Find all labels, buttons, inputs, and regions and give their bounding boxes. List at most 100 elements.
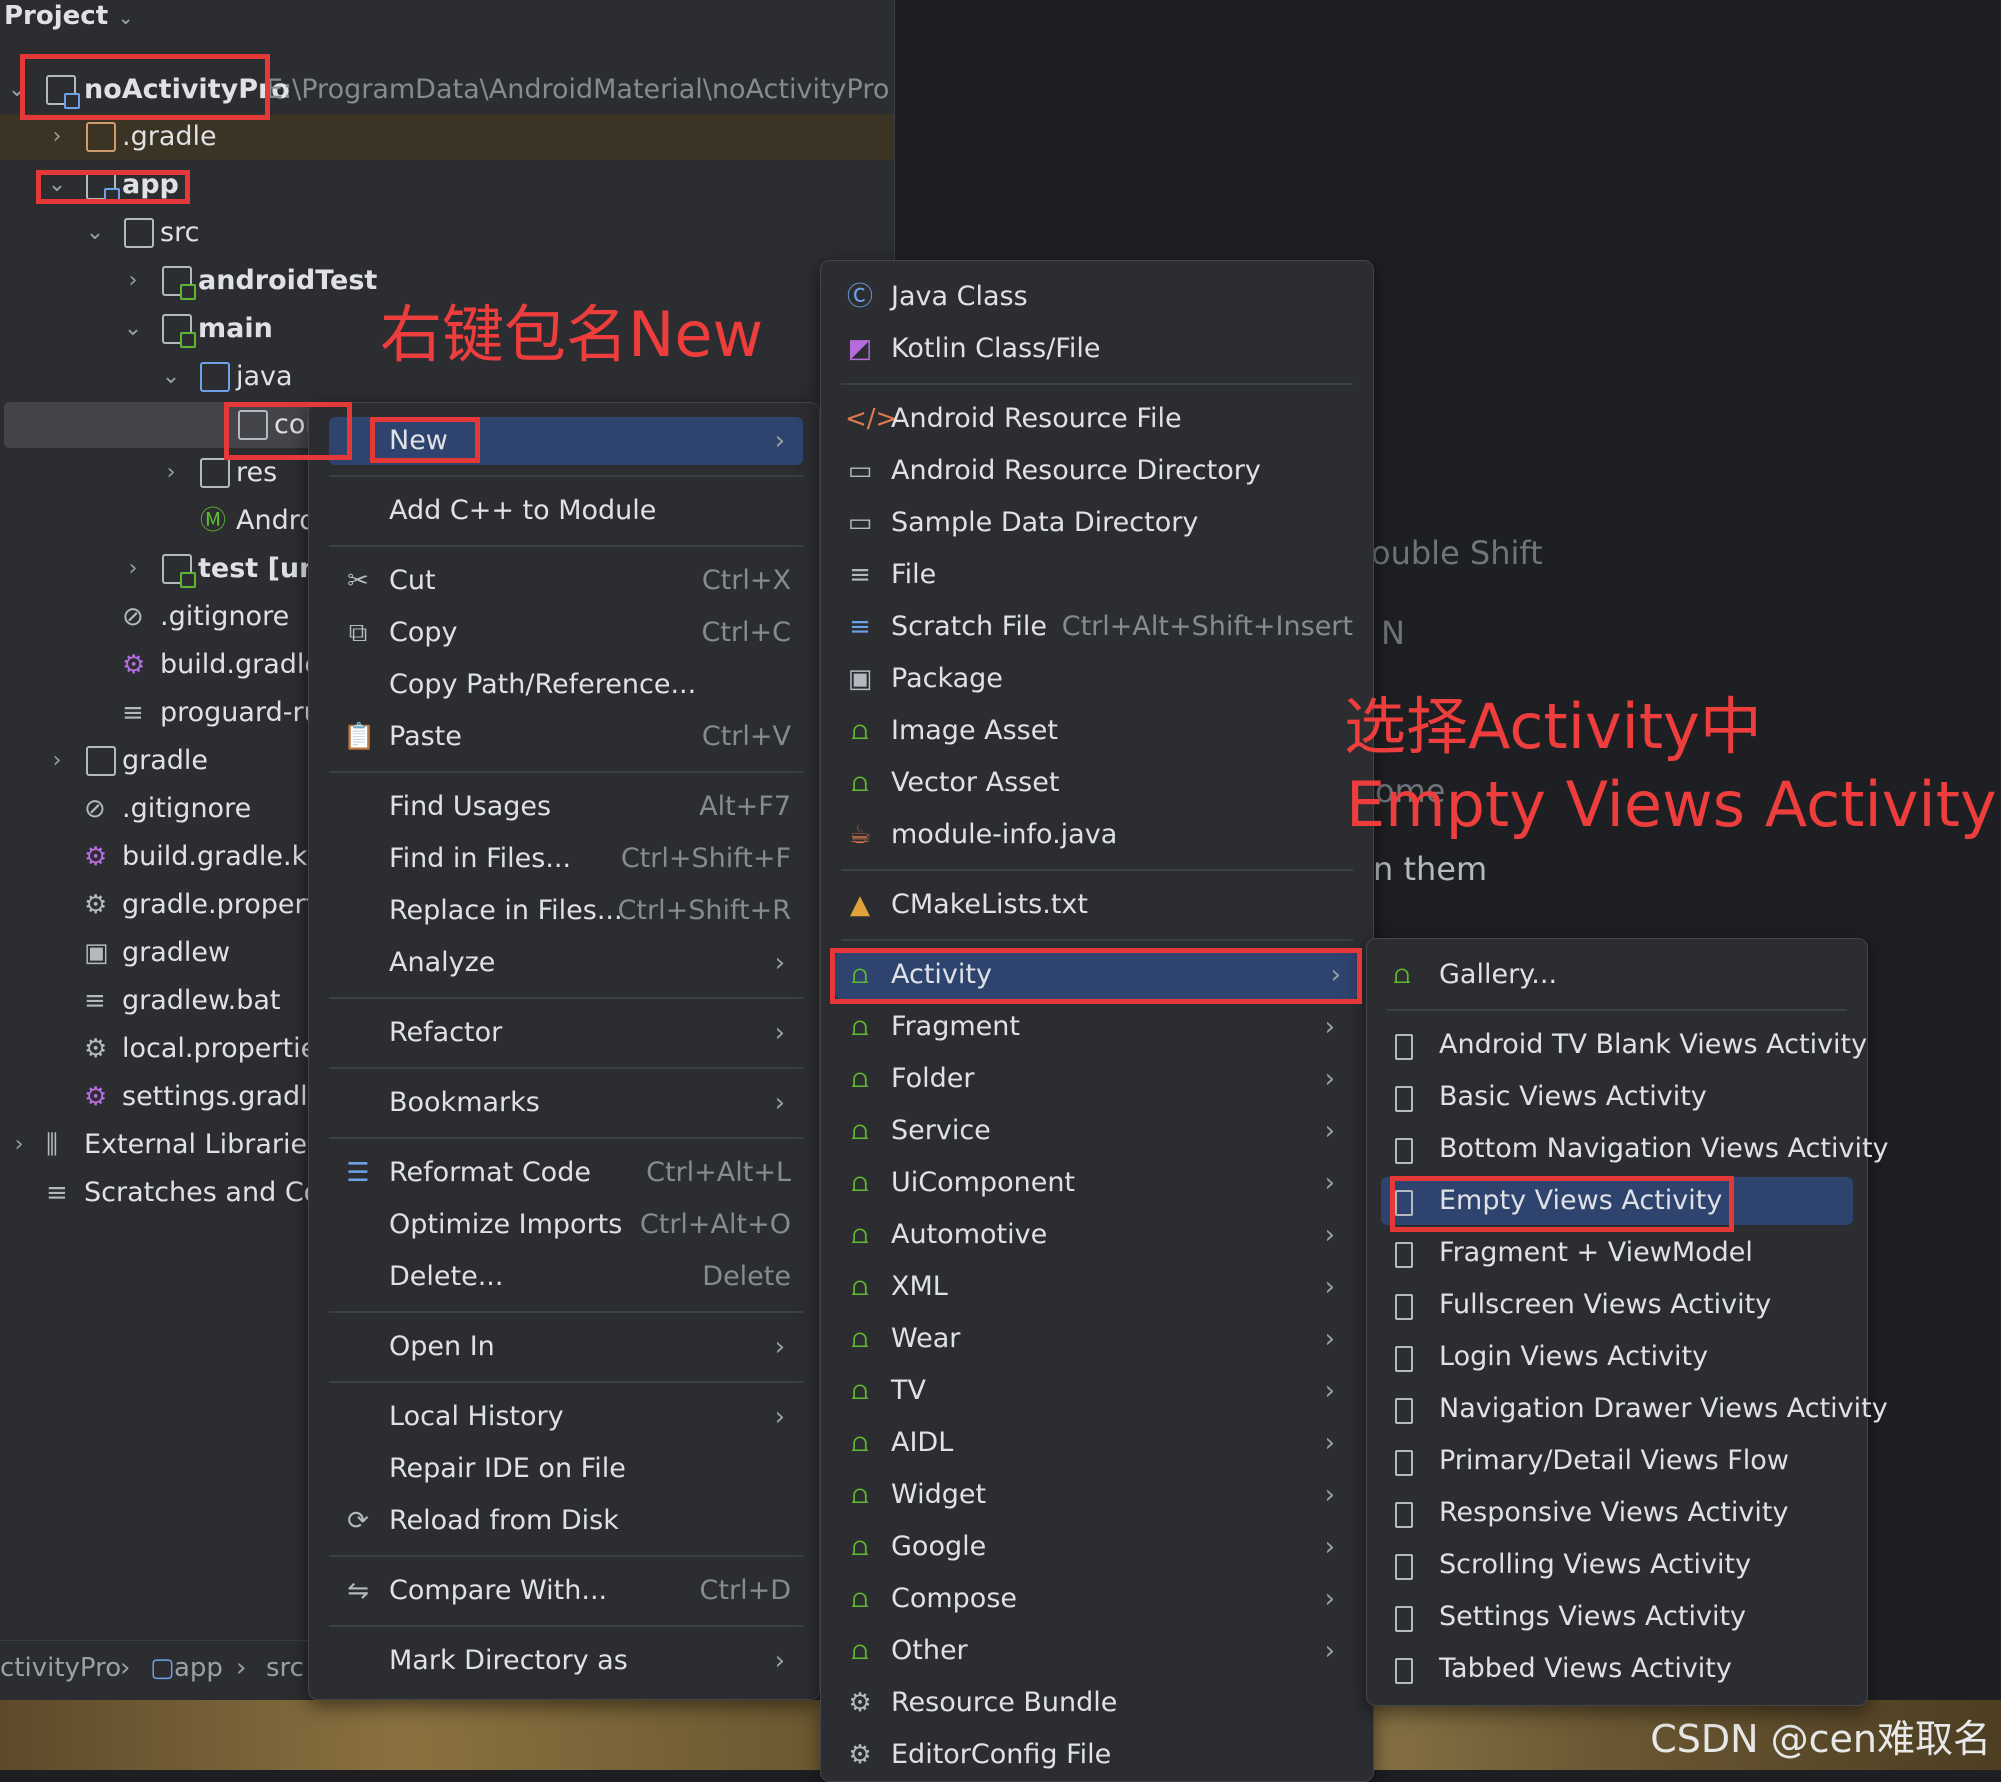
menu-item-uicomponent[interactable]: ⩍ UiComponent › [841,1159,1353,1207]
menu-separator [329,1555,803,1557]
chevron-right-icon: › [1324,1584,1335,1614]
context-menu: New › Add C++ to Module ✂ Cut Ctrl+X ⧉ C… [308,402,820,1700]
chevron-right-icon: › [128,556,138,581]
menu-item-aidl[interactable]: ⩍ AIDL › [841,1419,1353,1467]
menu-item-wear[interactable]: ⩍ Wear › [841,1315,1353,1363]
menu-item-analyze[interactable]: Analyze › [329,939,803,987]
menu-item-primary-detail[interactable]: Primary/Detail Views Flow [1387,1437,1847,1485]
menu-item-android-resource-file[interactable]: </> Android Resource File [841,395,1353,443]
menu-item-find-in-files[interactable]: Find in Files... Ctrl+Shift+F [329,835,803,883]
menu-item-find-usages[interactable]: Find Usages Alt+F7 [329,783,803,831]
tree-item-gradle-dir[interactable]: › .gradle [0,114,894,160]
menu-item-reload-from-disk[interactable]: ⟳ Reload from Disk [329,1497,803,1545]
menu-item-activity[interactable]: ⩍ Activity › [835,951,1359,999]
menu-item-copy[interactable]: ⧉ Copy Ctrl+C [329,609,803,657]
tree-item-noactivitypro[interactable]: ⌄ noActivityPro E:\ProgramData\AndroidMa… [0,67,894,113]
menu-item-compose[interactable]: ⩍ Compose › [841,1575,1353,1623]
menu-item-other[interactable]: ⩍ Other › [841,1627,1353,1675]
breadcrumb-item[interactable]: ctivityPro [0,1653,121,1683]
android-icon: ⩍ [851,1636,869,1666]
folder-icon [86,746,116,776]
menu-item-vector-asset[interactable]: ⩍ Vector Asset [841,759,1353,807]
menu-item-xml[interactable]: ⩍ XML › [841,1263,1353,1311]
menu-item-delete[interactable]: Delete... Delete [329,1253,803,1301]
folder-icon [124,218,154,248]
menu-item-resource-bundle[interactable]: ⚙ Resource Bundle [841,1679,1353,1727]
menu-item-module-info[interactable]: ☕ module-info.java [841,811,1353,859]
settings-gear-icon: ⚙ [84,1034,108,1064]
menu-item-tabbed-views[interactable]: Tabbed Views Activity [1387,1645,1847,1693]
menu-item-cut[interactable]: ✂ Cut Ctrl+X [329,557,803,605]
menu-item-settings-views[interactable]: Settings Views Activity [1387,1593,1847,1641]
menu-item-image-asset[interactable]: ⩍ Image Asset [841,707,1353,755]
menu-item-reformat-code[interactable]: ☰ Reformat Code Ctrl+Alt+L [329,1149,803,1197]
menu-item-fragment[interactable]: ⩍ Fragment › [841,1003,1353,1051]
menu-item-fragment-viewmodel[interactable]: Fragment + ViewModel [1387,1229,1847,1277]
menu-item-google[interactable]: ⩍ Google › [841,1523,1353,1571]
menu-item-folder[interactable]: ⩍ Folder › [841,1055,1353,1103]
settings-gear-icon: ⚙ [84,890,108,920]
menu-item-optimize-imports[interactable]: Optimize Imports Ctrl+Alt+O [329,1201,803,1249]
menu-item-scratch-file[interactable]: ≡ Scratch File Ctrl+Alt+Shift+Insert [841,603,1353,651]
menu-item-service[interactable]: ⩍ Service › [841,1107,1353,1155]
tree-item-app[interactable]: ⌄ app [0,162,894,208]
project-panel-title[interactable]: Project ⌄ [4,0,133,32]
menu-item-replace-in-files[interactable]: Replace in Files... Ctrl+Shift+R [329,887,803,935]
menu-item-local-history[interactable]: Local History › [329,1393,803,1441]
module-folder-icon [86,170,120,204]
menu-item-file[interactable]: ≡ File [841,551,1353,599]
menu-item-android-resource-directory[interactable]: ▭ Android Resource Directory [841,447,1353,495]
tree-item-src[interactable]: ⌄ src [0,210,894,256]
menu-item-repair-ide[interactable]: Repair IDE on File [329,1445,803,1493]
new-submenu: Ⓒ Java Class ◩ Kotlin Class/File </> And… [820,260,1374,1782]
chevron-down-icon: ⌄ [7,77,27,102]
menu-item-automotive[interactable]: ⩍ Automotive › [841,1211,1353,1259]
template-icon [1395,1606,1413,1632]
menu-item-open-in[interactable]: Open In › [329,1323,803,1371]
menu-item-fullscreen-views[interactable]: Fullscreen Views Activity [1387,1281,1847,1329]
template-icon [1395,1502,1413,1528]
menu-item-basic-views[interactable]: Basic Views Activity [1387,1073,1847,1121]
menu-item-java-class[interactable]: Ⓒ Java Class [841,273,1353,321]
text-file-icon: ≡ [84,986,106,1016]
menu-item-navigation-drawer[interactable]: Navigation Drawer Views Activity [1387,1385,1888,1433]
menu-item-android-tv-blank[interactable]: Android TV Blank Views Activity [1387,1021,1867,1069]
reload-icon: ⟳ [347,1506,369,1536]
menu-item-widget[interactable]: ⩍ Widget › [841,1471,1353,1519]
breadcrumb-item[interactable]: app [174,1653,223,1683]
menu-item-mark-directory[interactable]: Mark Directory as › [329,1637,803,1685]
chevron-right-icon: › [1324,1636,1335,1666]
menu-item-add-cpp[interactable]: Add C++ to Module [329,487,803,535]
chevron-right-icon: › [1330,960,1341,990]
terminal-icon: ▣ [84,938,109,968]
menu-item-bookmarks[interactable]: Bookmarks › [329,1079,803,1127]
package-icon [238,410,268,440]
settings-gear-icon: ⚙ [848,1740,872,1770]
android-icon: ⩍ [851,1532,869,1562]
menu-item-cmakelists[interactable]: ▲ CMakeLists.txt [841,881,1353,929]
menu-item-login-views[interactable]: Login Views Activity [1387,1333,1847,1381]
android-icon: ⩍ [851,1376,869,1406]
menu-item-package[interactable]: ▣ Package [841,655,1353,703]
template-icon [1395,1658,1413,1684]
menu-separator [329,1067,803,1069]
chevron-right-icon: › [14,1132,24,1157]
menu-item-gallery[interactable]: ⩍ Gallery... [1387,951,1847,999]
breadcrumb-item[interactable]: src [266,1653,304,1683]
menu-item-scrolling-views[interactable]: Scrolling Views Activity [1387,1541,1847,1589]
menu-item-paste[interactable]: 📋 Paste Ctrl+V [329,713,803,761]
menu-item-new[interactable]: New › [329,417,803,465]
chevron-right-icon: › [774,1332,785,1362]
menu-item-responsive-views[interactable]: Responsive Views Activity [1387,1489,1847,1537]
menu-item-compare-with[interactable]: ⇋ Compare With... Ctrl+D [329,1567,803,1615]
menu-item-copy-path[interactable]: Copy Path/Reference... [329,661,803,709]
folder-icon: ▭ [847,508,873,538]
menu-item-bottom-navigation[interactable]: Bottom Navigation Views Activity [1387,1125,1889,1173]
menu-item-kotlin-class[interactable]: ◩ Kotlin Class/File [841,325,1353,373]
menu-item-refactor[interactable]: Refactor › [329,1009,803,1057]
menu-item-empty-views-activity[interactable]: Empty Views Activity [1381,1177,1853,1225]
template-icon [1395,1294,1413,1320]
menu-item-tv[interactable]: ⩍ TV › [841,1367,1353,1415]
menu-item-editorconfig[interactable]: ⚙ EditorConfig File [841,1731,1353,1779]
menu-item-sample-data-directory[interactable]: ▭ Sample Data Directory [841,499,1353,547]
